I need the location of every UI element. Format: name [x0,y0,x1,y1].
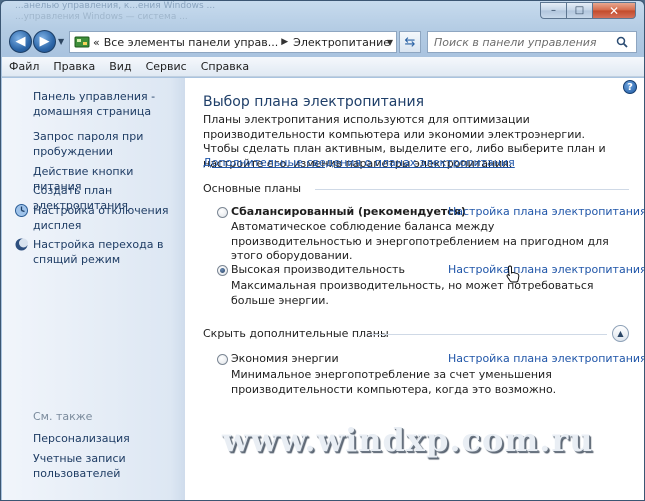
back-button[interactable]: ◀ [9,30,32,53]
breadcrumb-root-chevron[interactable]: « [93,36,100,49]
site-watermark: www.windxp.com.ru [222,421,594,459]
basic-plans-header: Основные планы [203,182,302,195]
personalization-link[interactable]: Персонализация [33,431,181,446]
more-info-link[interactable]: Дополнительные сведения о планах электро… [203,156,515,169]
recent-pages-dropdown-icon[interactable]: ▼ [58,37,64,46]
menu-view[interactable]: Вид [102,60,138,73]
menu-help[interactable]: Справка [194,60,256,73]
control-panel-icon [73,35,91,49]
menu-file[interactable]: Файл [2,60,46,73]
balanced-plan-settings-link[interactable]: Настройка плана электропитания [448,205,644,218]
control-panel-window: ...анелью управления, к...ения Windows .… [0,0,645,501]
collapse-chevron-up-icon[interactable]: ▲ [612,325,629,342]
power-saver-plan-settings-link[interactable]: Настройка плана электропитания [448,352,644,365]
hand-cursor-icon [506,265,520,283]
content-area: Панель управления - домашняя страница За… [2,78,644,500]
hidden-plans-header[interactable]: Скрыть дополнительные планы [203,327,389,340]
address-dropdown-icon[interactable]: ▼ [387,38,393,47]
search-input[interactable] [428,35,613,49]
balanced-plan-name[interactable]: Сбалансированный (рекомендуется) [231,205,466,218]
high-performance-plan-settings-link[interactable]: Настройка плана электропитания [448,263,644,276]
sleep-settings-link[interactable]: Настройка перехода в спящий режим [33,237,181,267]
help-button[interactable]: ? [623,80,637,94]
caption-buttons: – □ ✕ [540,2,636,19]
background-window-text-1: ...анелью управления, к...ения Windows .… [15,1,216,11]
high-performance-plan-radio[interactable] [217,265,228,276]
display-off-settings-link[interactable]: Настройка отключения дисплея [33,203,181,233]
require-password-link[interactable]: Запрос пароля при пробуждении [33,129,181,159]
balanced-plan-radio[interactable] [217,207,228,218]
refresh-button[interactable]: ⇆ [399,31,421,53]
refresh-icon: ⇆ [404,34,416,50]
forward-button[interactable]: ▶ [33,30,56,53]
menu-edit[interactable]: Правка [46,60,102,73]
control-panel-home-link[interactable]: Панель управления - домашняя страница [33,89,181,119]
background-window-text-2: ...управления Windows — система ... [15,12,188,22]
see-also-heading: См. также [33,410,93,423]
high-performance-plan-description: Максимальная производительность, но може… [231,279,594,307]
page-title: Выбор плана электропитания [203,94,425,110]
power-saver-plan-description: Минимальное энергопотребление за счет ум… [231,368,557,396]
menu-tools[interactable]: Сервис [139,60,194,73]
sleep-moon-icon [14,237,29,252]
search-box[interactable] [427,31,637,53]
close-button[interactable]: ✕ [592,2,636,19]
user-accounts-link[interactable]: Учетные записи пользователей [33,451,181,481]
breadcrumb-separator-icon[interactable]: ▶ [281,37,288,47]
basic-plans-divider [315,189,629,190]
address-bar[interactable]: « Все элементы панели управ... ▶ Электро… [69,31,397,53]
menu-bar: Файл Правка Вид Сервис Справка [2,57,644,77]
minimize-button[interactable]: – [540,2,566,19]
search-icon[interactable] [613,36,631,48]
title-bar: ...анелью управления, к...ения Windows .… [1,1,644,27]
breadcrumb-power-options[interactable]: Электропитание [293,36,390,49]
power-saver-plan-name[interactable]: Экономия энергии [231,352,339,365]
maximize-button[interactable]: □ [566,2,592,19]
navigation-bar: ◀ ▶ ▼ « Все элементы панели управ... ▶ Э… [1,29,644,55]
breadcrumb-all-items[interactable]: Все элементы панели управ... [104,36,279,49]
hidden-plans-divider [369,334,607,335]
power-saver-plan-radio[interactable] [217,354,228,365]
high-performance-plan-name[interactable]: Высокая производительность [231,263,405,276]
balanced-plan-description: Автоматическое соблюдение баланса между … [231,220,609,262]
task-pane: Панель управления - домашняя страница За… [2,78,185,500]
display-off-icon [14,203,29,218]
